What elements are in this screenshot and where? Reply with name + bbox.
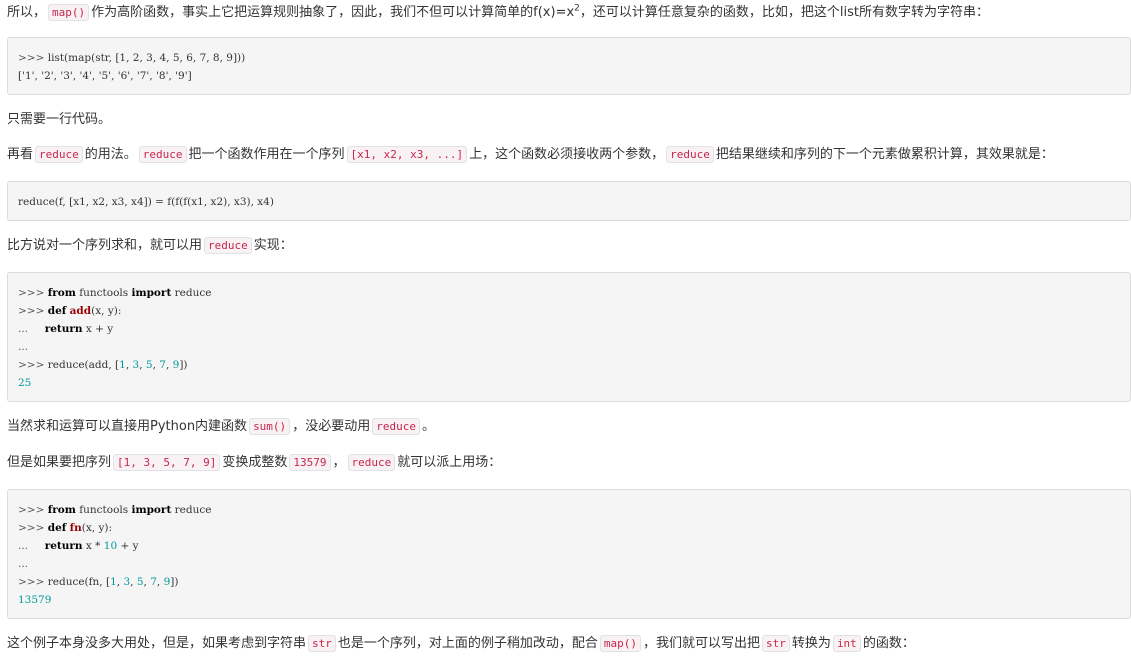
code-line: >>> def add(x, y):	[18, 305, 122, 317]
code-line: ... return x * 10 + y	[18, 540, 139, 552]
code-block-reduce-formula: reduce(f, [x1, x2, x3, x4]) = f(f(f(x1, …	[7, 181, 1131, 221]
inline-code-reduce: reduce	[666, 146, 714, 163]
paragraph-map-intro: 所以， map() 作为高阶函数，事实上它把运算规则抽象了，因此，我们不但可以计算简…	[7, 3, 1131, 23]
code-line: >>> reduce(fn, [1, 3, 5, 7, 9])	[18, 576, 179, 588]
inline-code-map: map()	[48, 4, 90, 21]
paragraph-reduce-usage: 再看 reduce 的用法。 reduce 把一个函数作用在一个序列 [x1, x2, x…	[7, 146, 1054, 163]
paragraph-one-line: 只需要一行代码。	[7, 112, 112, 127]
inline-code-reduce: reduce	[372, 418, 420, 435]
text: ，还可以计算任意复杂的函数，比如，把这个list所有数字转为字符串：	[579, 5, 989, 20]
code-output: 13579	[18, 594, 52, 606]
code-block-reduce-fn: >>> from functools import reduce >>> def…	[7, 489, 1131, 619]
article-page: 所以， map() 作为高阶函数，事实上它把运算规则抽象了，因此，我们不但可以计算简…	[0, 0, 1131, 660]
code-line: >>> from functools import reduce	[18, 504, 212, 516]
inline-code-reduce: reduce	[35, 146, 83, 163]
inline-code-str: str	[308, 635, 336, 652]
inline-code-reduce: reduce	[347, 454, 396, 471]
paragraph-sum-example: 比方说对一个序列求和，就可以用 reduce 实现：	[7, 237, 293, 254]
code-line: >>> def fn(x, y):	[18, 522, 113, 534]
inline-code-sequence: [x1, x2, x3, ...]	[346, 146, 468, 163]
code-line: reduce(f, [x1, x2, x3, x4]) = f(f(f(x1, …	[18, 196, 274, 208]
inline-code-reduce: reduce	[204, 237, 252, 254]
code-line: ... return x + y	[18, 323, 114, 335]
code-block-reduce-add: >>> from functools import reduce >>> def…	[7, 272, 1131, 402]
text: 所以，	[7, 5, 47, 20]
paragraph-str-to-int: 这个例子本身没多大用处，但是，如果考虑到字符串 str 也是一个序列，对上面的例子稍…	[7, 635, 915, 652]
inline-code-str: str	[762, 635, 790, 652]
text: 作为高阶函数，事实上它把运算规则抽象了，因此，我们不但可以计算简单的f(x)=x	[91, 5, 575, 20]
code-line: ...	[18, 558, 29, 570]
inline-code-sum: sum()	[249, 418, 291, 435]
inline-code-int: int	[832, 635, 861, 652]
code-block-map-str: >>> list(map(str, [1, 2, 3, 4, 5, 6, 7, …	[7, 37, 1131, 95]
code-line: >>> reduce(add, [1, 3, 5, 7, 9])	[18, 359, 188, 371]
inline-code-map: map()	[599, 635, 642, 652]
code-output: ['1', '2', '3', '4', '5', '6', '7', '8',…	[18, 70, 192, 82]
paragraph-sum-builtin: 当然求和运算可以直接用Python内建函数 sum() ，没必要动用 reduce。	[7, 418, 435, 435]
code-output: 25	[18, 377, 32, 389]
code-line: ...	[18, 341, 29, 353]
inline-code-number: 13579	[289, 454, 331, 471]
code-line: >>> list(map(str, [1, 2, 3, 4, 5, 6, 7, …	[18, 52, 246, 64]
paragraph-integer-example: 但是如果要把序列 [1, 3, 5, 7, 9] 变换成整数 13579， reduce…	[7, 454, 502, 471]
code-line: >>> from functools import reduce	[18, 287, 212, 299]
inline-code-list: [1, 3, 5, 7, 9]	[113, 454, 221, 471]
inline-code-reduce: reduce	[138, 146, 187, 163]
